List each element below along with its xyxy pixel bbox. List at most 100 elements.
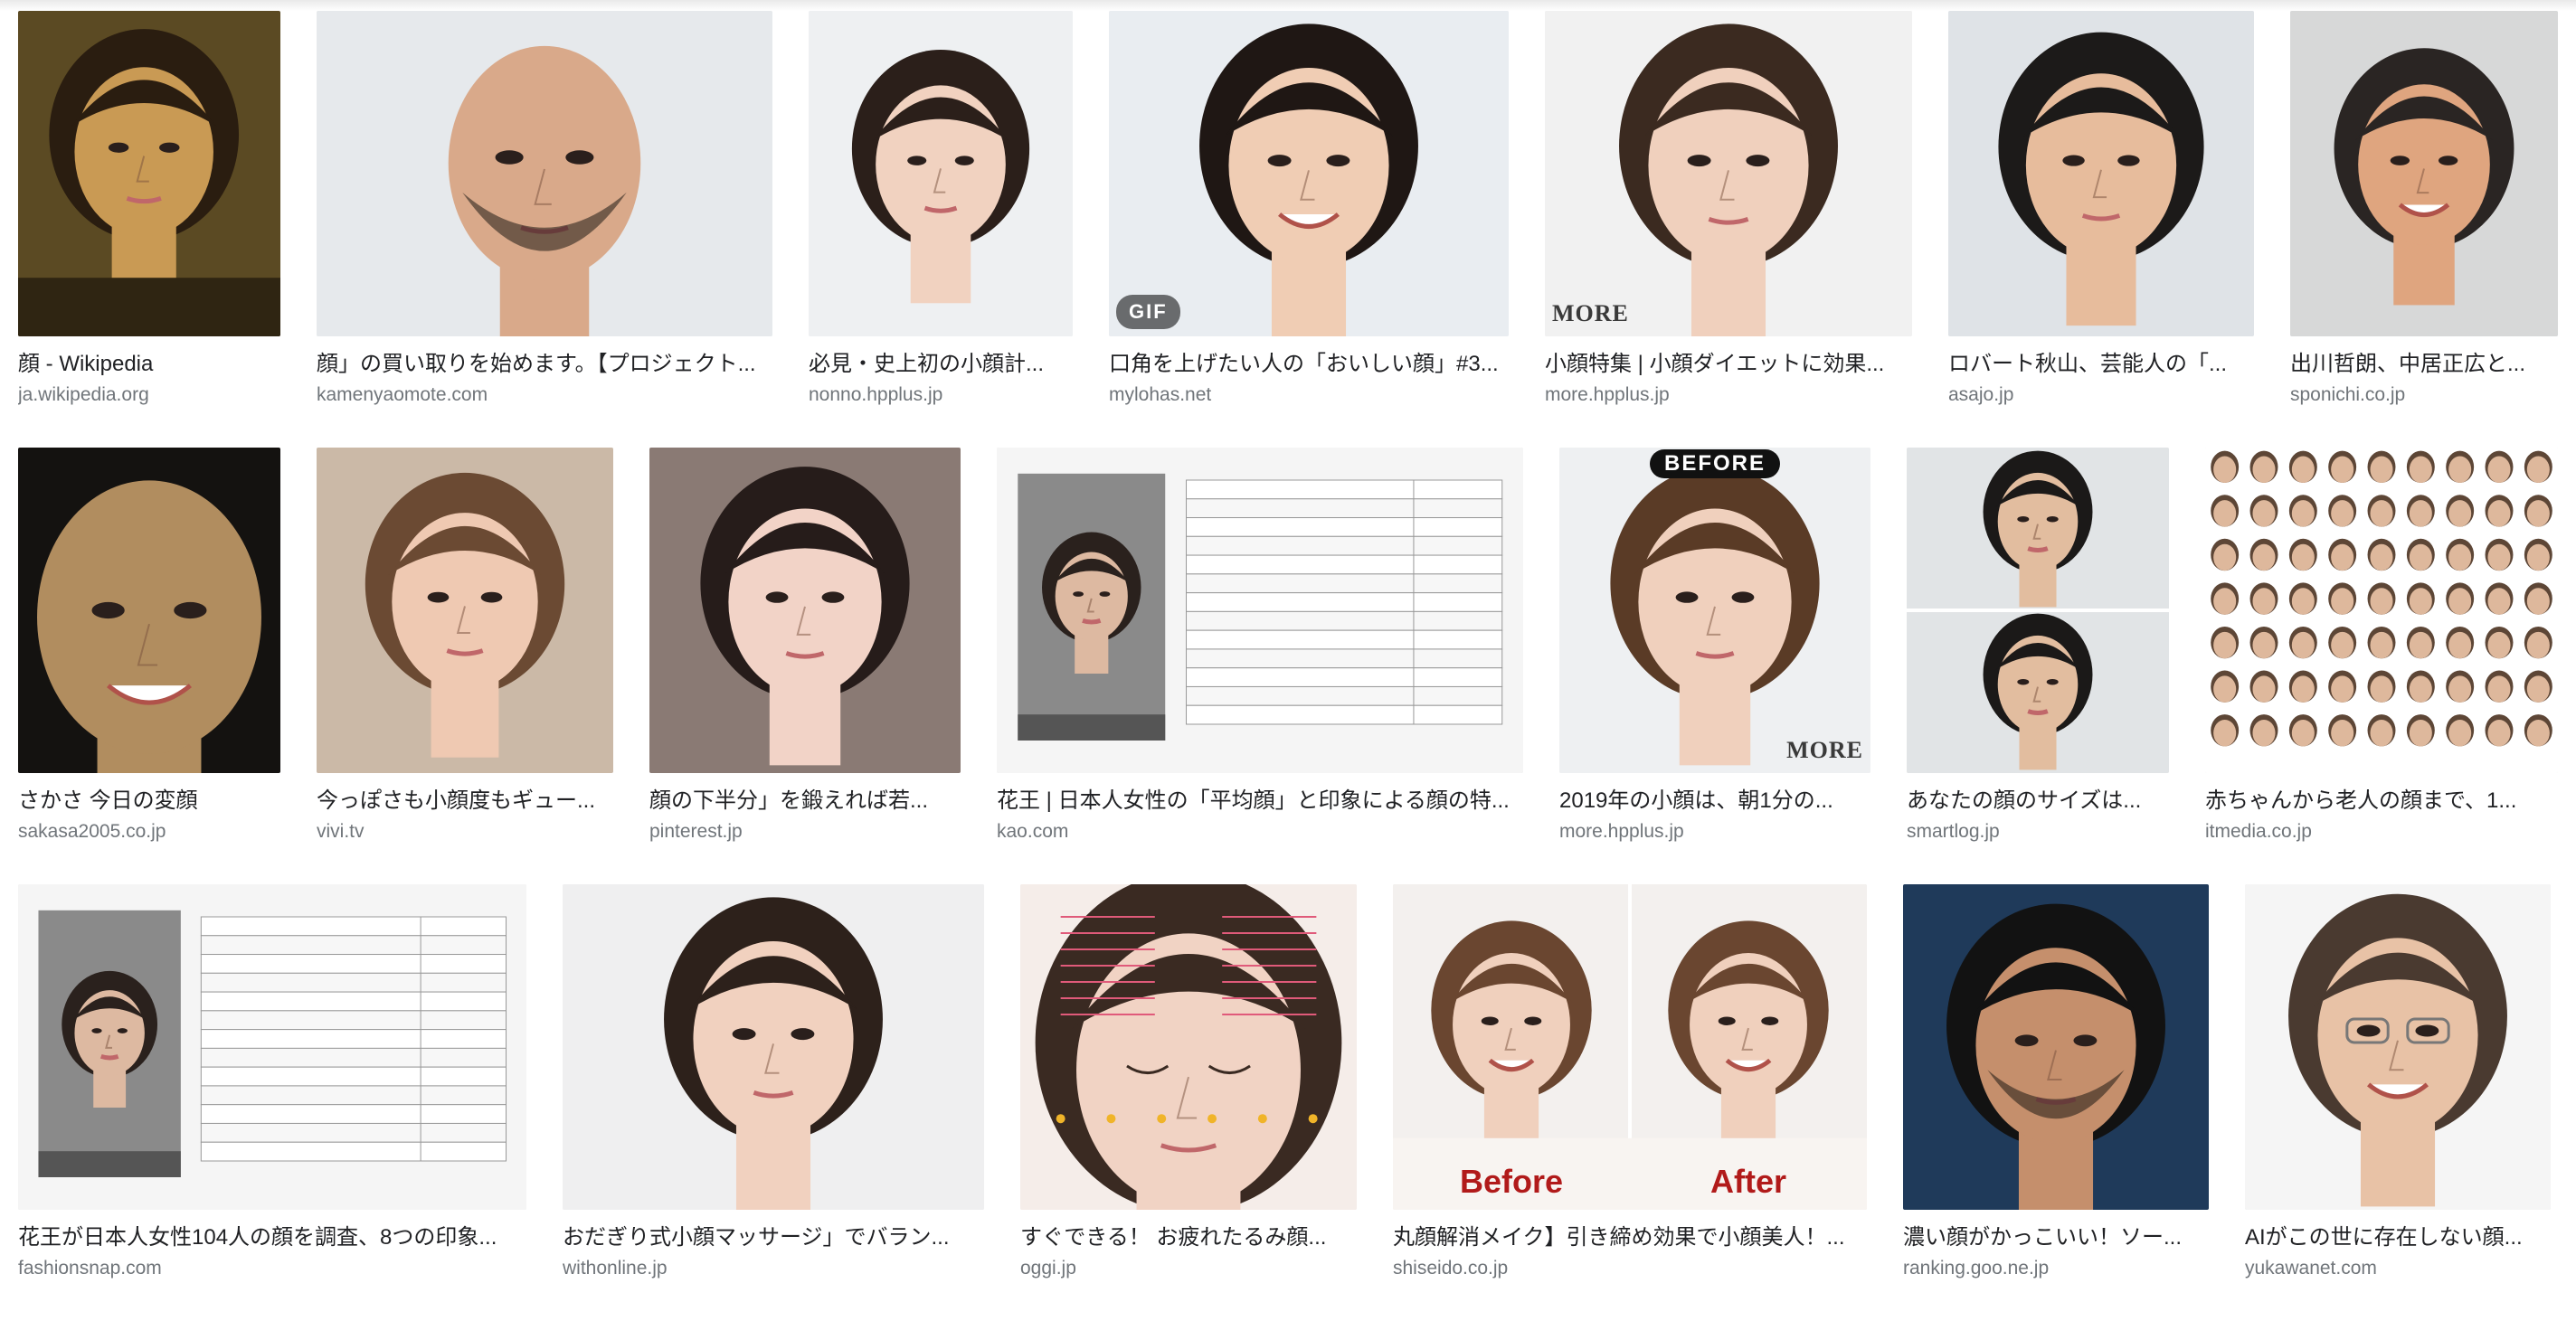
- image-result-card[interactable]: 出川哲朗、中居正広と... sponichi.co.jp: [2290, 11, 2558, 411]
- image-result-card[interactable]: ロバート秋山、芸能人の「... asajo.jp: [1948, 11, 2254, 411]
- result-title[interactable]: 口角を上げたい人の「おいしい顔」#3...: [1109, 351, 1509, 378]
- gif-badge: GIF: [1116, 295, 1180, 329]
- image-result-card[interactable]: 花王 | 日本人女性の「平均顔」と印象による顔の特... kao.com: [997, 448, 1523, 848]
- result-thumbnail[interactable]: [18, 884, 526, 1210]
- result-domain: itmedia.co.jp: [2205, 821, 2312, 842]
- woman-bob-hair-portrait-image: [1545, 11, 1912, 336]
- result-domain: asajo.jp: [1948, 384, 2014, 405]
- image-results-grid: 顔 - Wikipedia ja.wikipedia.org 顔」の買い取りを始…: [18, 11, 2558, 1321]
- woman-hand-on-chin-image: [317, 448, 613, 773]
- image-result-card[interactable]: GIF 口角を上げたい人の「おいしい顔」#3... mylohas.net: [1109, 11, 1509, 411]
- result-thumbnail[interactable]: [1903, 884, 2209, 1210]
- result-thumbnail[interactable]: [2205, 448, 2558, 773]
- result-title[interactable]: 必見・史上初の小顔計...: [809, 351, 1073, 378]
- woman-portrait-image: [809, 11, 1073, 336]
- smiling-woman-portrait-image: [1109, 11, 1509, 336]
- result-title[interactable]: さかさ 今日の変顔: [18, 788, 280, 815]
- result-row: さかさ 今日の変顔 sakasa2005.co.jp 今っぽさも小顔度もギュー.…: [18, 448, 2558, 848]
- result-thumbnail[interactable]: [18, 448, 280, 773]
- result-thumbnail[interactable]: MORE: [1545, 11, 1912, 336]
- result-title[interactable]: 赤ちゃんから老人の顔まで、1...: [2205, 788, 2558, 815]
- result-thumbnail[interactable]: GIF: [1109, 11, 1509, 336]
- result-domain: yukawanet.com: [2245, 1258, 2377, 1279]
- result-domain: shiseido.co.jp: [1393, 1258, 1509, 1279]
- man-portrait-image: [1948, 11, 2254, 336]
- result-title[interactable]: 2019年の小顔は、朝1分の...: [1559, 788, 1870, 815]
- result-title[interactable]: 小顔特集 | 小顔ダイエットに効果...: [1545, 351, 1912, 378]
- image-result-card[interactable]: 濃い顔がかっこいい！ソー... ranking.goo.ne.jp: [1903, 884, 2209, 1285]
- result-title[interactable]: 顔 - Wikipedia: [18, 351, 280, 378]
- man-with-beard-image: [1903, 884, 2209, 1210]
- average-face-chart-image: [18, 884, 526, 1210]
- face-massage-diagram-image: [1020, 884, 1357, 1210]
- result-thumbnail[interactable]: [18, 11, 280, 336]
- result-domain: ranking.goo.ne.jp: [1903, 1258, 2050, 1279]
- result-thumbnail[interactable]: [649, 448, 961, 773]
- image-result-card[interactable]: MORE 小顔特集 | 小顔ダイエットに効果... more.hpplus.jp: [1545, 11, 1912, 411]
- result-domain: withonline.jp: [563, 1258, 668, 1279]
- image-result-card[interactable]: 今っぽさも小顔度もギュー... vivi.tv: [317, 448, 613, 848]
- watermark: MORE: [1552, 300, 1629, 326]
- image-result-card[interactable]: 必見・史上初の小顔計... nonno.hpplus.jp: [809, 11, 1073, 411]
- result-title[interactable]: 出川哲朗、中居正広と...: [2290, 351, 2558, 378]
- result-row: 顔 - Wikipedia ja.wikipedia.org 顔」の買い取りを始…: [18, 11, 2558, 411]
- result-title[interactable]: 濃い顔がかっこいい！ソー...: [1903, 1224, 2209, 1251]
- result-thumbnail[interactable]: Before After: [1393, 884, 1867, 1210]
- realistic-face-mask-image: [317, 11, 772, 336]
- result-domain: fashionsnap.com: [18, 1258, 162, 1279]
- result-thumbnail[interactable]: [997, 448, 1523, 773]
- result-thumbnail[interactable]: BEFORE MORE: [1559, 448, 1870, 773]
- image-result-card[interactable]: AIがこの世に存在しない顔... yukawanet.com: [2245, 884, 2551, 1285]
- before-label: Before: [1459, 1163, 1564, 1200]
- image-result-card[interactable]: 顔 - Wikipedia ja.wikipedia.org: [18, 11, 280, 411]
- image-result-card[interactable]: さかさ 今日の変顔 sakasa2005.co.jp: [18, 448, 280, 848]
- result-thumbnail[interactable]: [317, 448, 613, 773]
- result-thumbnail[interactable]: [563, 884, 984, 1210]
- image-result-card[interactable]: 赤ちゃんから老人の顔まで、1... itmedia.co.jp: [2205, 448, 2558, 848]
- image-result-card[interactable]: Before After 丸顔解消メイク】引き締め効果で小顔美人！... shis…: [1393, 884, 1867, 1285]
- result-thumbnail[interactable]: [317, 11, 772, 336]
- result-title[interactable]: 花王 | 日本人女性の「平均顔」と印象による顔の特...: [997, 788, 1523, 815]
- result-thumbnail[interactable]: [1020, 884, 1357, 1210]
- result-thumbnail[interactable]: [1948, 11, 2254, 336]
- image-result-card[interactable]: BEFORE MORE 2019年の小顔は、朝1分の... more.hpplus…: [1559, 448, 1870, 848]
- before-label: BEFORE: [1649, 449, 1781, 478]
- result-domain: sakasa2005.co.jp: [18, 821, 166, 842]
- result-title[interactable]: 顔」の買い取りを始めます。【プロジェクト...: [317, 351, 772, 378]
- average-face-chart-image: [997, 448, 1523, 773]
- woman-portrait-hand-image: [563, 884, 984, 1210]
- result-title[interactable]: 今っぽさも小顔度もギュー...: [317, 788, 613, 815]
- image-result-card[interactable]: すぐできる！ お疲れたるみ顔... oggi.jp: [1020, 884, 1357, 1285]
- result-title[interactable]: 花王が日本人女性104人の顔を調査、8つの印象...: [18, 1224, 526, 1251]
- result-title[interactable]: おだぎり式小顔マッサージ」でバラン...: [563, 1224, 984, 1251]
- result-thumbnail[interactable]: [2245, 884, 2551, 1210]
- result-thumbnail[interactable]: [2290, 11, 2558, 336]
- result-domain: more.hpplus.jp: [1545, 384, 1670, 405]
- image-result-card[interactable]: 花王が日本人女性104人の顔を調査、8つの印象... fashionsnap.c…: [18, 884, 526, 1285]
- result-row: 花王が日本人女性104人の顔を調査、8つの印象... fashionsnap.c…: [18, 884, 2558, 1285]
- man-portrait-two-photos-image: [1907, 448, 2169, 773]
- image-result-card[interactable]: 顔」の買い取りを始めます。【プロジェクト... kamenyaomote.com: [317, 11, 772, 411]
- man-portrait-laughing-image: [2290, 11, 2558, 336]
- result-title[interactable]: ロバート秋山、芸能人の「...: [1948, 351, 2254, 378]
- image-result-card[interactable]: おだぎり式小顔マッサージ」でバラン... withonline.jp: [563, 884, 984, 1285]
- image-result-card[interactable]: あなたの顔のサイズは... smartlog.jp: [1907, 448, 2169, 848]
- woman-closeup-image: [649, 448, 961, 773]
- mona-lisa-painting-image: [18, 11, 280, 336]
- result-domain: sponichi.co.jp: [2290, 384, 2406, 405]
- result-title[interactable]: 顔の下半分」を鍛えれば若...: [649, 788, 961, 815]
- result-domain: ja.wikipedia.org: [18, 384, 149, 405]
- man-with-glasses-image: [2245, 884, 2551, 1210]
- result-title[interactable]: すぐできる！ お疲れたるみ顔...: [1020, 1224, 1357, 1251]
- image-result-card[interactable]: 顔の下半分」を鍛えれば若... pinterest.jp: [649, 448, 961, 848]
- result-title[interactable]: あなたの顔のサイズは...: [1907, 788, 2169, 815]
- result-domain: vivi.tv: [317, 821, 365, 842]
- result-domain: more.hpplus.jp: [1559, 821, 1684, 842]
- result-domain: smartlog.jp: [1907, 821, 2000, 842]
- result-thumbnail[interactable]: [1907, 448, 2169, 773]
- before-after-makeup-image: [1393, 884, 1867, 1210]
- result-title[interactable]: AIがこの世に存在しない顔...: [2245, 1224, 2551, 1251]
- funny-face-dark-image: [18, 448, 280, 773]
- result-title[interactable]: 丸顔解消メイク】引き締め効果で小顔美人！...: [1393, 1224, 1867, 1251]
- result-thumbnail[interactable]: [809, 11, 1073, 336]
